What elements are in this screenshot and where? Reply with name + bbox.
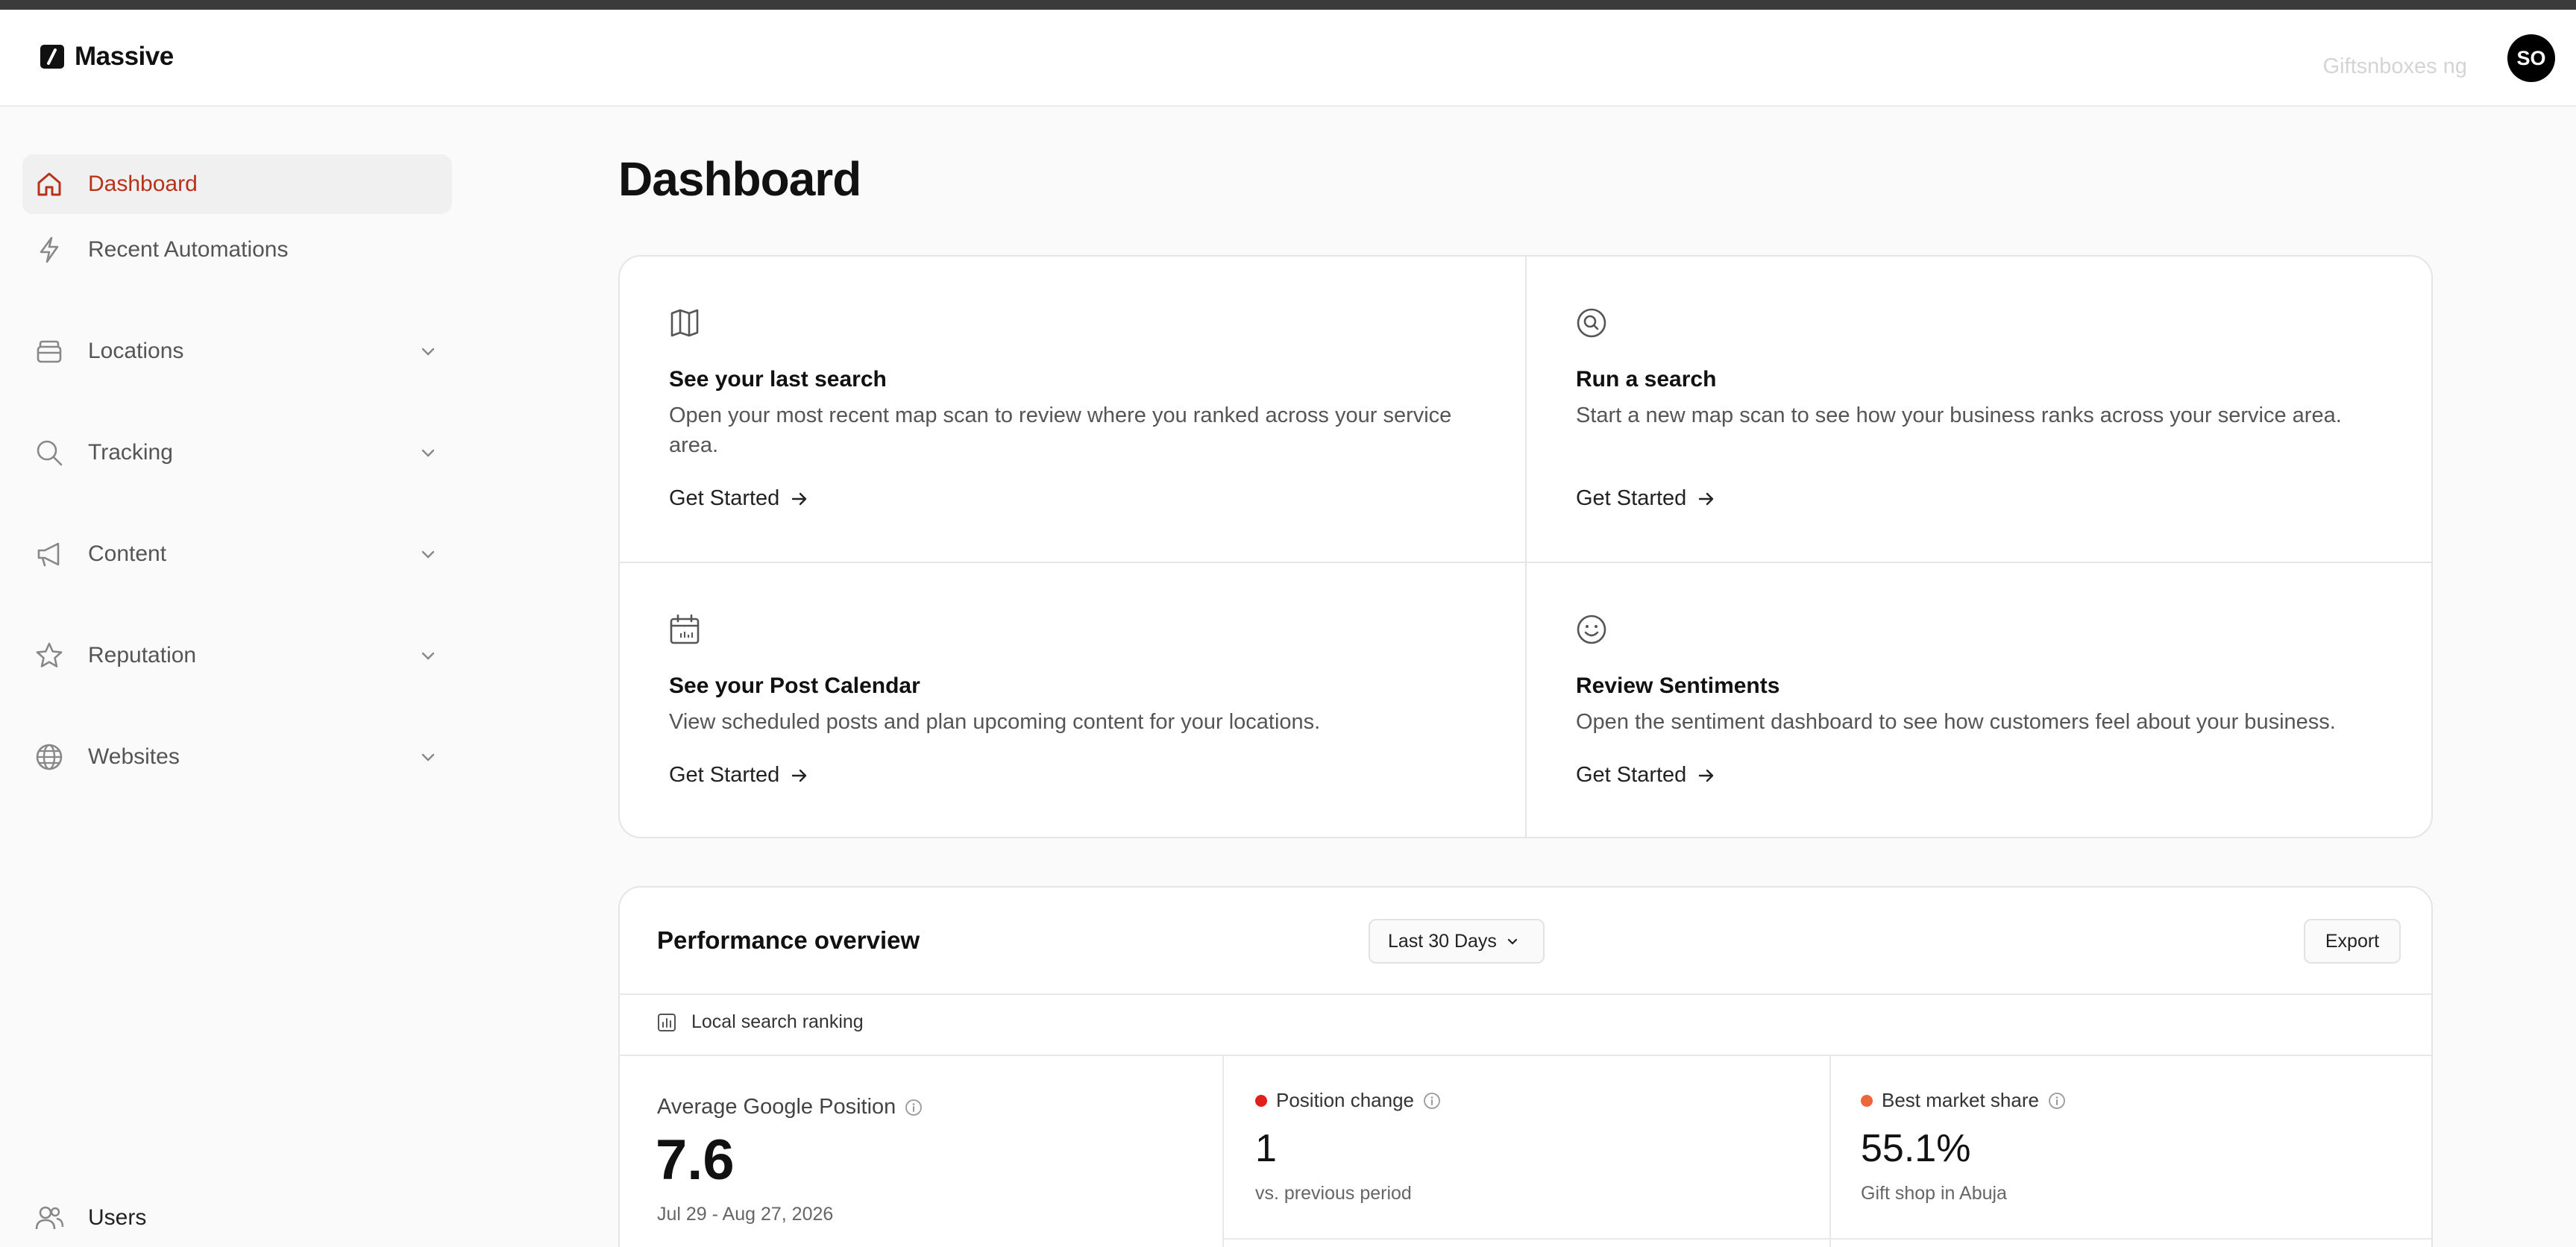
calendar-icon [670, 614, 700, 644]
store-icon [37, 340, 62, 363]
quick-actions-grid: See your last search Open your most rece… [618, 255, 2433, 838]
position-change-value: 1 [1255, 1127, 1277, 1170]
panel-divider [620, 1055, 2431, 1056]
get-started-label: Get Started [1576, 763, 1687, 787]
stat-label: Position change [1276, 1089, 1415, 1111]
get-started-link[interactable]: Get Started [1576, 763, 1716, 788]
card-description: View scheduled posts and plan upcoming c… [669, 710, 1321, 734]
home-icon [37, 172, 61, 196]
market-share-value: 55.1% [1861, 1127, 1971, 1170]
avg-position-label-row: Average Google Position [657, 1095, 923, 1119]
workspace-name[interactable]: Giftsnboxes ng [2323, 54, 2467, 79]
brand-name: Massive [75, 42, 174, 71]
bar-chart-icon [658, 1013, 676, 1031]
position-change-sub: vs. previous period [1255, 1183, 1412, 1204]
sidebar-item-reputation[interactable]: Reputation [22, 626, 452, 685]
card-title: See your Post Calendar [669, 673, 920, 698]
stat-label: Best market share [1882, 1089, 2039, 1111]
card-title: See your last search [669, 367, 887, 392]
avg-position-date-range: Jul 29 - Aug 27, 2026 [657, 1204, 834, 1225]
stat-row-divider [1222, 1238, 2431, 1240]
star-icon [36, 642, 63, 668]
top-accent-strip [0, 0, 2576, 10]
status-dot-orange [1861, 1094, 1873, 1107]
sidebar-item-label: Tracking [88, 440, 173, 465]
app-header: Massive Giftsnboxes ng SO [0, 10, 2576, 107]
sidebar-item-dashboard[interactable]: Dashboard [22, 154, 452, 214]
get-started-link[interactable]: Get Started [1576, 486, 1716, 511]
arrow-right-icon [792, 769, 807, 782]
lightning-icon [40, 236, 59, 263]
smiley-icon [1577, 615, 1606, 644]
page-title: Dashboard [618, 152, 861, 206]
stat-divider [1222, 1055, 1224, 1247]
info-icon[interactable] [1423, 1092, 1441, 1110]
sidebar-item-tracking[interactable]: Tracking [22, 423, 452, 483]
card-title: Run a search [1576, 367, 1717, 392]
brand-logo-icon [40, 45, 64, 69]
chevron-down-icon[interactable] [419, 748, 437, 766]
arrow-right-icon [792, 492, 807, 505]
export-button[interactable]: Export [2304, 919, 2401, 964]
stat-label: Average Google Position [657, 1095, 896, 1119]
get-started-label: Get Started [669, 763, 780, 787]
status-dot-red [1255, 1094, 1267, 1107]
megaphone-icon [37, 542, 60, 567]
sidebar-item-content[interactable]: Content [22, 524, 452, 584]
sidebar-item-locations[interactable]: Locations [22, 321, 452, 381]
sidebar-item-label: Recent Automations [88, 237, 289, 262]
avatar[interactable]: SO [2507, 34, 2555, 82]
sidebar-item-users[interactable]: Users [22, 1188, 452, 1247]
card-post-calendar[interactable]: See your Post Calendar View scheduled po… [620, 563, 1526, 837]
market-share-label-row: Best market share [1861, 1089, 2066, 1112]
card-last-search[interactable]: See your last search Open your most rece… [620, 257, 1526, 562]
map-icon [670, 309, 699, 337]
market-share-sub: Gift shop in Abuja [1861, 1183, 2007, 1204]
get-started-label: Get Started [669, 486, 780, 510]
info-icon[interactable] [905, 1099, 923, 1116]
sidebar-item-label: Locations [88, 339, 184, 363]
card-title: Review Sentiments [1576, 673, 1780, 698]
performance-overview-panel: Performance overview Last 30 Days Export… [618, 886, 2433, 1247]
sidebar-item-label: Content [88, 541, 167, 566]
card-run-search[interactable]: Run a search Start a new map scan to see… [1527, 257, 2431, 562]
globe-icon [36, 744, 63, 770]
get-started-link[interactable]: Get Started [669, 486, 809, 511]
card-description: Open the sentiment dashboard to see how … [1576, 710, 2336, 734]
get-started-link[interactable]: Get Started [669, 763, 809, 788]
sidebar-item-label: Dashboard [88, 172, 198, 196]
position-change-label-row: Position change [1255, 1089, 1441, 1112]
brand[interactable]: Massive [40, 42, 174, 72]
avg-position-value: 7.6 [656, 1128, 735, 1192]
sidebar-item-recent-automations[interactable]: Recent Automations [22, 220, 452, 280]
card-description: Start a new map scan to see how your bus… [1576, 403, 2342, 427]
get-started-label: Get Started [1576, 486, 1687, 510]
date-range-label: Last 30 Days [1388, 930, 1497, 952]
sidebar-item-label: Websites [88, 744, 180, 769]
search-target-icon [1577, 308, 1606, 338]
sidebar: Dashboard Recent Automations Locations T… [0, 108, 477, 1247]
chevron-down-icon[interactable] [419, 647, 437, 665]
card-description: Open your most recent map scan to review… [669, 403, 1452, 457]
section-label: Local search ranking [691, 1011, 864, 1032]
arrow-right-icon [1699, 769, 1714, 782]
users-icon [35, 1206, 64, 1230]
section-header-local-search-ranking: Local search ranking [657, 1011, 864, 1033]
panel-divider [620, 993, 2431, 995]
date-range-dropdown[interactable]: Last 30 Days [1369, 919, 1545, 964]
info-icon[interactable] [2048, 1092, 2066, 1110]
export-label: Export [2325, 930, 2380, 952]
chevron-down-icon [1507, 938, 1518, 945]
performance-title: Performance overview [657, 926, 920, 954]
sidebar-item-label: Users [88, 1205, 147, 1230]
sidebar-item-label: Reputation [88, 643, 197, 668]
chevron-down-icon[interactable] [419, 444, 437, 462]
chevron-down-icon[interactable] [419, 545, 437, 563]
search-icon [37, 440, 63, 466]
arrow-right-icon [1699, 492, 1714, 505]
chevron-down-icon[interactable] [419, 342, 437, 360]
sidebar-item-websites[interactable]: Websites [22, 727, 452, 787]
card-review-sentiments[interactable]: Review Sentiments Open the sentiment das… [1527, 563, 2431, 837]
stat-divider [1829, 1055, 1831, 1247]
